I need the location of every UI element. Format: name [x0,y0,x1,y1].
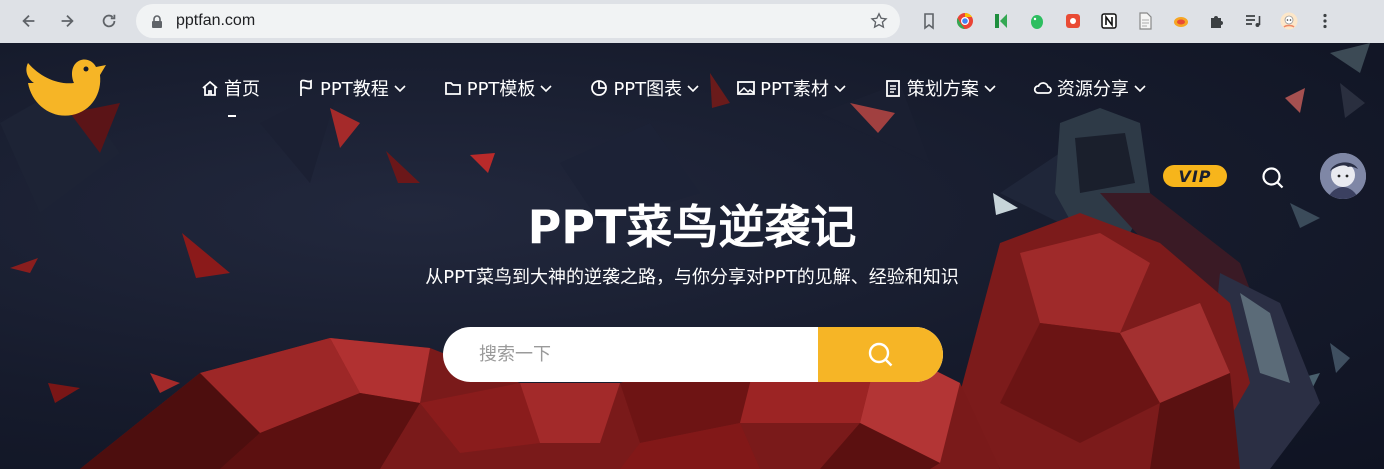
flag-icon [296,78,316,98]
chevron-down-icon [1133,81,1147,95]
clipboard-icon [883,78,903,98]
hero-subtitle: 从PPT菜鸟到大神的逆袭之路，与你分享对PPT的见解、经验和知识 [425,267,959,288]
nav-item-planning[interactable]: 策划方案 [883,73,997,103]
browser-toolbar: pptfan.com [0,0,1384,43]
nav-item-home[interactable]: 首页 [200,73,260,117]
playlist-icon[interactable] [1238,6,1268,36]
url-text: pptfan.com [176,12,256,29]
address-bar[interactable]: pptfan.com [136,4,900,38]
search-icon [868,342,892,366]
lock-icon[interactable] [150,14,164,28]
nav-item-ppt-material[interactable]: PPT素材 [736,73,847,103]
chrome-ext-icon[interactable] [950,6,980,36]
notion-icon[interactable] [1094,6,1124,36]
menu-icon[interactable] [1310,6,1340,36]
search-box [443,327,943,382]
document-icon[interactable] [1130,6,1160,36]
bookmark-icon[interactable] [914,6,944,36]
back-icon[interactable] [12,4,46,38]
nav-label: 资源分享 [1056,79,1129,100]
green-k-ext-icon[interactable] [986,6,1016,36]
nav-label: PPT教程 [320,79,389,100]
chevron-down-icon [983,81,997,95]
puzzle-icon[interactable] [1202,6,1232,36]
search-icon[interactable] [1260,165,1286,191]
vip-badge[interactable]: VIP [1163,165,1227,187]
chevron-down-icon [539,81,553,95]
nav-item-resources[interactable]: 资源分享 [1033,73,1147,103]
pie-chart-icon [589,78,609,98]
image-icon [736,78,756,98]
orange-ext-icon[interactable] [1166,6,1196,36]
main-nav: 首页 PPT教程 PPT模板 PPT图表 PPT素材 策划方案 资源分享 [200,73,1183,117]
search-button[interactable] [818,327,943,382]
nav-label: PPT图表 [613,79,683,100]
star-icon[interactable] [870,12,888,30]
home-icon [200,78,220,98]
folder-icon [443,78,463,98]
nav-item-ppt-template[interactable]: PPT模板 [443,73,554,103]
hero-banner: 首页 PPT教程 PPT模板 PPT图表 PPT素材 策划方案 资源分享 VIP… [0,43,1384,469]
nav-label: 策划方案 [906,79,979,100]
nav-label: 首页 [224,79,260,100]
forward-icon[interactable] [50,4,84,38]
chevron-down-icon [393,81,407,95]
site-logo[interactable] [22,53,106,125]
chevron-down-icon [686,81,700,95]
nav-item-ppt-chart[interactable]: PPT图表 [589,73,700,103]
evernote-icon[interactable] [1022,6,1052,36]
chevron-down-icon [833,81,847,95]
cloud-icon [1033,78,1053,98]
hero-title: PPT菜鸟逆袭记 [527,200,857,254]
red-ext-icon[interactable] [1058,6,1088,36]
extensions-bar [914,6,1346,36]
reload-icon[interactable] [92,4,126,38]
search-input[interactable] [443,327,818,382]
nav-label: PPT素材 [760,79,829,100]
nav-label: PPT模板 [466,79,536,100]
nav-item-ppt-tutorial[interactable]: PPT教程 [296,73,407,103]
profile-icon[interactable] [1274,6,1304,36]
